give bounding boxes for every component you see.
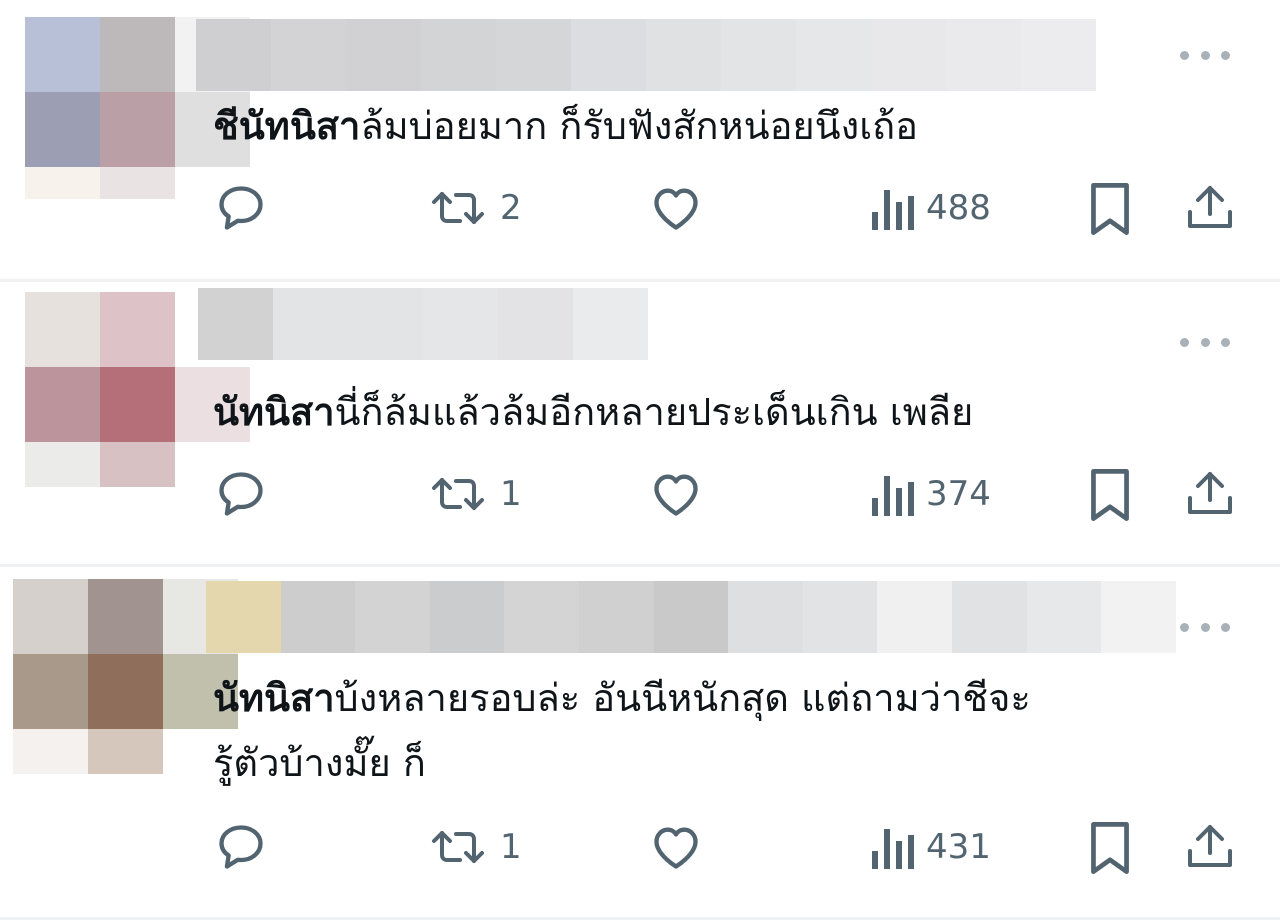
reply-button[interactable] xyxy=(215,182,267,234)
retweet-count: 1 xyxy=(500,827,522,867)
retweet-button[interactable]: 2 xyxy=(428,184,522,232)
reply-item[interactable]: นัทนิสานี่ก็ล้มแล้วล้มอีกหลายประเด็นเกิน… xyxy=(0,282,1280,564)
views-stat[interactable]: 431 xyxy=(870,823,991,871)
share-button[interactable] xyxy=(1186,470,1234,518)
blurred-username[interactable] xyxy=(198,288,648,360)
bookmark-button[interactable] xyxy=(1088,469,1132,521)
reply-item[interactable]: นัทนิสาบ้งหลายรอบล่ะ อันนีหนักสุด แต่ถาม… xyxy=(0,567,1280,917)
avatar-blurred[interactable] xyxy=(13,579,238,804)
speech-bubble-icon xyxy=(219,825,263,869)
views-count: 374 xyxy=(926,474,991,514)
blurred-username[interactable] xyxy=(196,19,1096,91)
reply-actions: 2 488 xyxy=(0,178,1280,238)
speech-bubble-icon xyxy=(219,472,263,516)
share-upload-icon xyxy=(1188,825,1232,867)
views-count: 488 xyxy=(926,188,991,228)
share-button[interactable] xyxy=(1186,184,1234,232)
reply-item[interactable]: ชีนัทนิสาล้มบ่อยมาก ก็รับฟังสักหน่อยนึงเ… xyxy=(0,0,1280,280)
bookmark-icon xyxy=(1091,183,1129,235)
bookmark-icon xyxy=(1091,469,1129,521)
like-button[interactable] xyxy=(650,470,702,518)
reply-actions: 1 374 xyxy=(0,464,1280,524)
retweet-arrows-icon xyxy=(432,831,484,863)
more-options-icon[interactable] xyxy=(1180,617,1230,637)
reply-text: นัทนิสานี่ก็ล้มแล้วล้มอีกหลายประเด็นเกิน… xyxy=(213,390,974,434)
bookmark-icon xyxy=(1091,822,1129,874)
views-stat[interactable]: 374 xyxy=(870,470,991,518)
bar-chart-icon xyxy=(872,476,914,516)
speech-bubble-icon xyxy=(219,186,263,230)
heart-icon xyxy=(654,474,698,516)
reply-button[interactable] xyxy=(215,821,267,873)
views-count: 431 xyxy=(926,827,991,867)
like-button[interactable] xyxy=(650,823,702,871)
bar-chart-icon xyxy=(872,829,914,869)
mention-name[interactable]: นัทนิสา xyxy=(213,676,335,720)
retweet-button[interactable]: 1 xyxy=(428,470,522,518)
share-button[interactable] xyxy=(1186,823,1234,871)
retweet-arrows-icon xyxy=(432,192,484,224)
heart-icon xyxy=(654,188,698,230)
mention-name[interactable]: นัทนิสา xyxy=(213,390,335,434)
reply-text: ชีนัทนิสาล้มบ่อยมาก ก็รับฟังสักหน่อยนึงเ… xyxy=(213,104,919,148)
reply-button[interactable] xyxy=(215,468,267,520)
retweet-count: 2 xyxy=(500,188,522,228)
bookmark-button[interactable] xyxy=(1088,822,1132,874)
reply-text-line2: รู้ตัวบ้างมั๊ย ก็ xyxy=(213,741,426,785)
more-options-icon[interactable] xyxy=(1180,332,1230,352)
retweet-arrows-icon xyxy=(432,478,484,510)
retweet-count: 1 xyxy=(500,474,522,514)
views-stat[interactable]: 488 xyxy=(870,184,991,232)
retweet-button[interactable]: 1 xyxy=(428,823,522,871)
mention-name[interactable]: ชีนัทนิสา xyxy=(213,104,360,148)
bookmark-button[interactable] xyxy=(1088,183,1132,235)
like-button[interactable] xyxy=(650,184,702,232)
reply-actions: 1 431 xyxy=(0,817,1280,877)
heart-icon xyxy=(654,827,698,869)
reply-text: นัทนิสาบ้งหลายรอบล่ะ อันนีหนักสุด แต่ถาม… xyxy=(213,676,1031,720)
blurred-username[interactable] xyxy=(206,581,1176,653)
bar-chart-icon xyxy=(872,190,914,230)
share-upload-icon xyxy=(1188,186,1232,228)
more-options-icon[interactable] xyxy=(1180,45,1230,65)
share-upload-icon xyxy=(1188,472,1232,514)
reply-divider xyxy=(0,917,1280,920)
